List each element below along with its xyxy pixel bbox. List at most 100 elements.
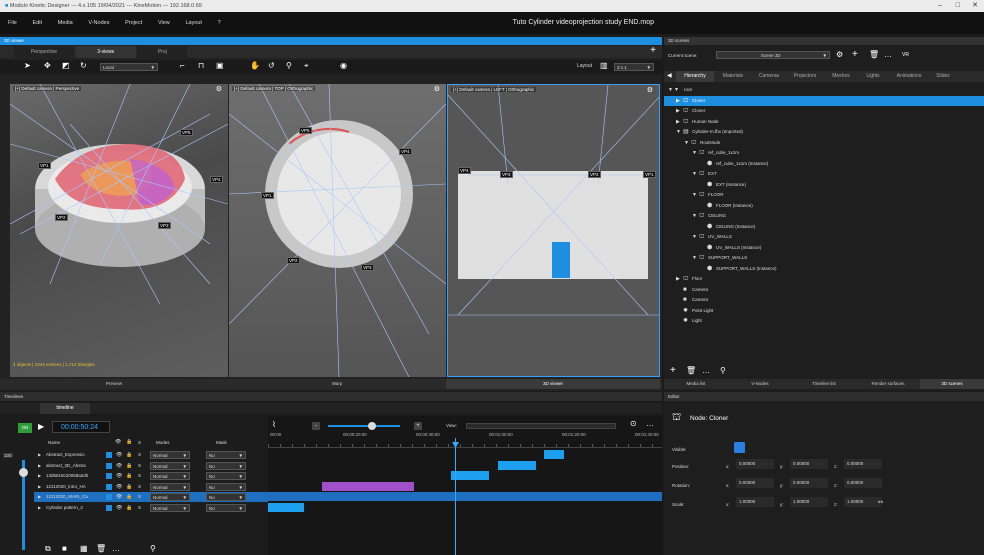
rot-field[interactable]: 0.00000 — [736, 478, 774, 488]
playhead[interactable] — [455, 438, 456, 555]
tree-item[interactable]: ✹ Point Light — [664, 306, 984, 316]
viewport-left[interactable]: [+] Default camera | LEFT | Orthographic… — [447, 84, 660, 377]
menu-project[interactable]: Project — [125, 12, 142, 34]
measure-icon[interactable]: ⊓ — [198, 61, 204, 70]
gear-icon[interactable]: ⚙ — [434, 85, 440, 93]
blend-mode-dropdown[interactable]: Normal ▼ — [150, 472, 190, 480]
gear-icon[interactable]: ⚙ — [836, 50, 843, 59]
lock-icon[interactable]: 🔒 — [126, 471, 132, 481]
rot-field[interactable]: 0.00000 — [844, 478, 882, 488]
current-scene-dropdown[interactable]: Scene 3D ▼ — [716, 51, 830, 59]
zoom-in-button[interactable]: + — [414, 422, 422, 430]
viewport-perspective[interactable]: [+] Default camera | Perspective ⚙ VP1 V… — [10, 84, 228, 377]
timeline-clip[interactable] — [322, 481, 362, 491]
expand-arrow-icon[interactable]: ▼ — [676, 127, 681, 137]
add-scene-icon[interactable]: + — [852, 49, 858, 60]
gear-icon[interactable]: ⚙ — [216, 85, 222, 93]
layer-row[interactable]: ▶ Abstract_Expressio 👁 🔒 S Normal ▼ No ▼ — [34, 450, 268, 460]
expand-arrow-icon[interactable]: ▼ — [692, 148, 697, 158]
solo-toggle[interactable]: S — [138, 461, 141, 471]
expand-arrow-icon[interactable]: ▶ — [38, 482, 41, 492]
pos-field[interactable]: 0.00000 — [736, 459, 774, 469]
scl-field[interactable]: 1.00000 — [844, 497, 882, 507]
tab-lights[interactable]: Lights — [858, 71, 888, 82]
solo-toggle[interactable]: S — [138, 492, 141, 502]
projector-marker[interactable]: VP1 — [643, 171, 656, 178]
mask-dropdown[interactable]: No ▼ — [206, 482, 246, 491]
tab-proj[interactable]: Proj — [137, 46, 188, 58]
clip-icon[interactable]: ⧉ — [45, 544, 51, 554]
tree-item[interactable]: ■ Camera — [664, 285, 984, 295]
timeline-clip[interactable] — [544, 450, 564, 459]
scl-field[interactable]: 1.00000 — [736, 497, 774, 507]
space-dropdown[interactable]: Local ▼ — [100, 63, 158, 71]
tree-item[interactable]: ▼ ▤ Cylinder-m.fbx (Imported) — [664, 127, 984, 137]
projector-marker[interactable]: VP1 — [38, 162, 51, 169]
lock-icon[interactable]: 🔒 — [126, 450, 132, 460]
tree-item[interactable]: ▼ ⛫ CEILING — [664, 211, 984, 221]
pan-hand-icon[interactable]: ✋ — [250, 61, 260, 70]
blend-mode-dropdown[interactable]: Normal ▼ — [150, 451, 190, 459]
tree-item[interactable]: ⬢ UV_WALLS (Instance) — [664, 243, 984, 253]
projector-marker[interactable]: VP1 — [261, 192, 274, 199]
tab-timeline[interactable]: timeline — [40, 403, 90, 414]
eye-icon[interactable]: 👁 — [116, 503, 122, 513]
projector-marker[interactable]: VP3 — [500, 171, 513, 178]
expand-arrow-icon[interactable]: ▶ — [38, 450, 41, 460]
lock-icon[interactable]: 🔒 — [126, 492, 132, 502]
tab-animations[interactable]: Animations — [888, 71, 930, 82]
projector-marker[interactable]: VP5 — [299, 127, 312, 134]
projector-marker[interactable]: VP4 — [399, 148, 412, 155]
mask-dropdown[interactable]: No ▼ — [206, 451, 246, 459]
layout-grid-icon[interactable]: ▥ — [600, 61, 608, 70]
tree-item[interactable]: ▼ ⛫ UV_WALLS — [664, 232, 984, 242]
timeline-clip[interactable] — [268, 492, 662, 501]
expand-arrow-icon[interactable]: ▶ — [676, 274, 680, 284]
zoom-slider-handle[interactable] — [368, 422, 376, 430]
tab-render-surfaces[interactable]: Render surfaces — [856, 379, 920, 389]
tree-item[interactable]: ▶ ⛫ Cloner — [664, 95, 984, 106]
chevron-left-icon[interactable]: ◀ — [667, 72, 672, 79]
tab-slides[interactable]: Slides — [930, 71, 956, 82]
tab-materials[interactable]: Materials — [714, 71, 752, 82]
rot-field[interactable]: 0.00000 — [790, 478, 828, 488]
zoom-out-button[interactable]: - — [312, 422, 320, 430]
lock-icon[interactable]: 🔒 — [126, 482, 132, 492]
tree-item[interactable]: ✹ Light — [664, 316, 984, 326]
expand-arrow-icon[interactable]: ▼ — [684, 138, 689, 148]
blend-mode-dropdown[interactable]: Normal ▼ — [150, 461, 190, 470]
layer-add-icon[interactable]: ■ — [62, 544, 67, 553]
tab-cameras[interactable]: Cameras — [752, 71, 786, 82]
opacity-slider-handle[interactable] — [19, 468, 28, 477]
tree-item[interactable]: ⬢ EXT (Instance) — [664, 180, 984, 190]
more-icon[interactable]: … — [112, 544, 120, 553]
projector-marker[interactable]: VP2 — [287, 257, 300, 264]
zoom-slider[interactable] — [328, 425, 400, 427]
expand-arrow-icon[interactable]: ▼ — [692, 211, 697, 221]
expand-arrow-icon[interactable]: ▼ — [692, 169, 697, 179]
more-icon[interactable]: … — [884, 50, 892, 59]
tab-perspective[interactable]: Perspective — [14, 46, 74, 58]
menu-layout[interactable]: Layout — [185, 12, 202, 34]
rotate-icon[interactable]: ↻ — [80, 61, 87, 70]
tab-meshes[interactable]: Meshes — [824, 71, 858, 82]
tab-media-list[interactable]: Media list — [664, 379, 728, 389]
expand-arrow-icon[interactable]: ▶ — [676, 106, 680, 116]
eye-icon[interactable]: 👁 — [116, 461, 122, 471]
expand-arrow-icon[interactable]: ▶ — [38, 503, 41, 513]
menu-media[interactable]: Media — [58, 12, 73, 34]
tree-item[interactable]: ⬢ FLOOR (Instance) — [664, 201, 984, 211]
mask-dropdown[interactable]: No ▼ — [206, 503, 246, 512]
timecode-display[interactable]: 00:00:50:24 — [52, 421, 110, 433]
layer-row[interactable]: ▶ Cylinder pattern_3 👁 🔒 S Normal ▼ No ▼ — [34, 503, 268, 513]
expand-arrow-icon[interactable]: ▼ — [692, 190, 697, 200]
layer-row[interactable]: ▶ 12112020_MAIN_Ca 👁 🔒 S Normal ▼ No ▼ — [34, 492, 268, 502]
menu-file[interactable]: File — [8, 12, 17, 34]
blend-mode-dropdown[interactable]: Normal ▼ — [150, 493, 190, 501]
layer-row[interactable]: ▶ 13d6818c20058a2d0 👁 🔒 S Normal ▼ No ▼ — [34, 471, 268, 481]
play-icon[interactable]: ▶ — [38, 422, 44, 431]
on-toggle[interactable]: ON — [18, 423, 32, 433]
eye-icon[interactable]: 👁 — [116, 482, 122, 492]
expand-arrow-icon[interactable]: ▶ — [676, 117, 680, 127]
search-icon[interactable]: ⚲ — [150, 544, 156, 553]
